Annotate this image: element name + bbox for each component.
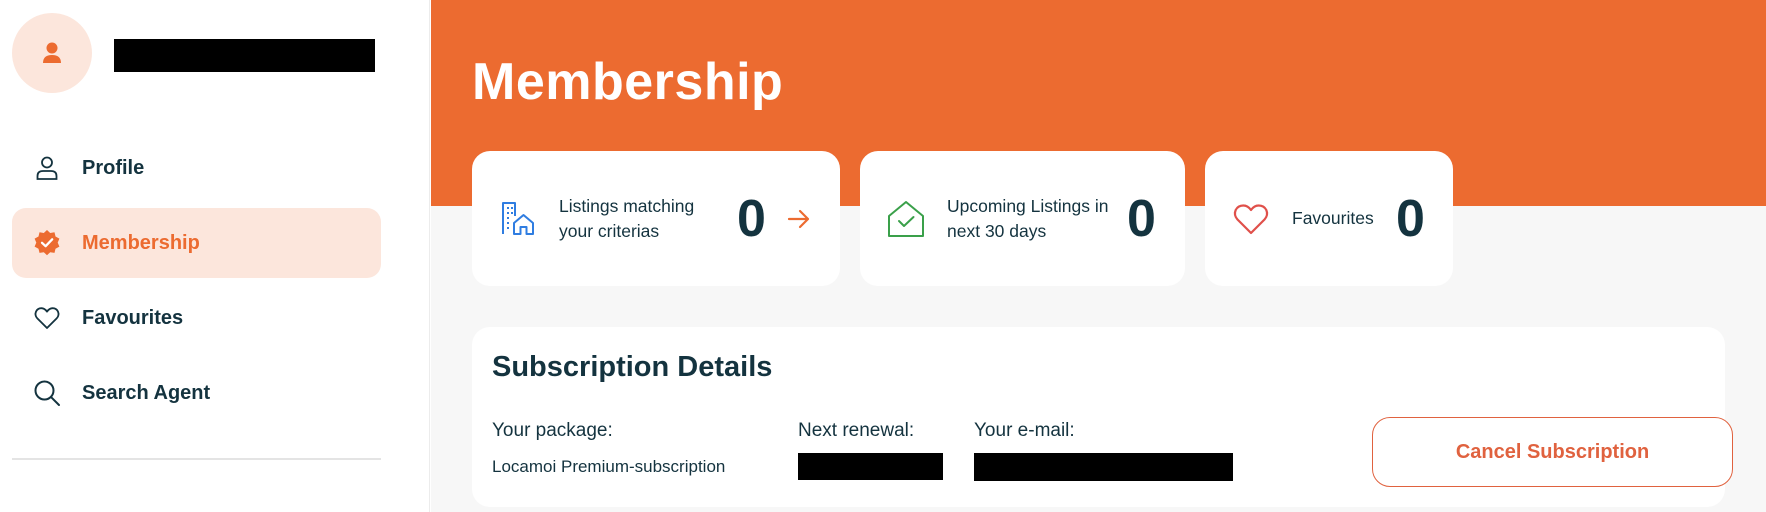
stat-label: Favourites [1292, 208, 1374, 228]
package-value: Locamoi Premium-subscription [492, 457, 726, 476]
sidebar-divider [12, 458, 381, 460]
stat-card-matching-listings[interactable]: Listings matching your criterias 0 [472, 151, 840, 286]
package-label: Your package: [492, 420, 613, 441]
renewal-label: Next renewal: [798, 420, 915, 441]
house-check-icon [886, 199, 926, 239]
sidebar-item-label: Search Agent [82, 381, 211, 404]
sidebar-item-profile[interactable]: Profile [12, 133, 381, 203]
sidebar-item-label: Membership [82, 231, 200, 254]
renewal-column: Next renewal: [798, 420, 943, 480]
email-label: Your e-mail: [974, 420, 1075, 441]
subscription-title: Subscription Details [492, 351, 773, 383]
email-column: Your e-mail: [974, 420, 1233, 481]
buildings-icon [498, 199, 538, 239]
renewal-value-redacted [798, 453, 943, 480]
cancel-subscription-button[interactable]: Cancel Subscription [1372, 417, 1733, 487]
main-content: Membership Listings matching your criter… [431, 0, 1766, 512]
avatar[interactable] [12, 13, 92, 93]
stat-card-favourites[interactable]: Favourites 0 [1205, 151, 1453, 286]
page-title: Membership [472, 53, 784, 111]
sidebar-item-membership[interactable]: Membership [12, 208, 381, 278]
user-outline-icon [32, 153, 62, 183]
stat-count: 0 [1127, 189, 1156, 248]
stat-count: 0 [1396, 189, 1425, 248]
sidebar-nav: Profile Membership Favourites Search Age… [12, 133, 381, 433]
heart-icon [1231, 199, 1271, 239]
subscription-details-panel: Subscription Details Your package: Locam… [472, 327, 1733, 507]
stat-label: Upcoming Listings in next 30 days [947, 195, 1109, 241]
sidebar-item-favourites[interactable]: Favourites [12, 283, 381, 353]
sidebar-item-search-agent[interactable]: Search Agent [12, 358, 381, 428]
badge-check-icon [32, 228, 62, 258]
username-redacted [114, 39, 375, 72]
sidebar: Profile Membership Favourites Search Age… [0, 0, 430, 512]
user-icon [43, 42, 61, 63]
stat-label: Listings matching your criterias [559, 195, 695, 241]
sidebar-item-label: Profile [82, 156, 145, 179]
email-value-redacted [974, 453, 1233, 481]
stat-count: 0 [737, 189, 766, 248]
arrow-right-icon[interactable] [786, 206, 812, 232]
sidebar-item-label: Favourites [82, 306, 184, 329]
stat-card-upcoming-listings[interactable]: Upcoming Listings in next 30 days 0 [860, 151, 1185, 286]
heart-icon [32, 303, 62, 333]
package-column: Your package: Locamoi Premium-subscripti… [492, 420, 725, 477]
search-icon [32, 378, 62, 408]
